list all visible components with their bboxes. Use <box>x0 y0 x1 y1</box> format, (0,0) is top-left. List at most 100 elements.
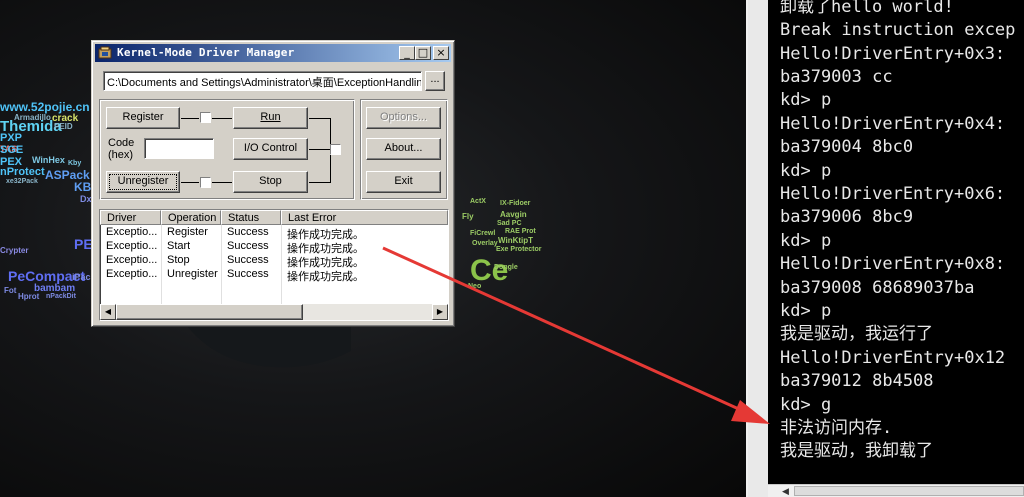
debugger-output[interactable]: 卸载了hello world! Break instruction excep … <box>768 0 1024 485</box>
maximize-button[interactable]: □ <box>415 46 431 60</box>
wallpaper-word: nPackDit <box>46 293 76 300</box>
wallpaper-word: nProtect <box>0 166 45 178</box>
unregister-checkbox[interactable] <box>200 177 211 188</box>
console-horizontal-scrollbar[interactable]: ◀ <box>768 484 1024 497</box>
run-label: Run <box>260 111 281 123</box>
wallpaper-word: Neo <box>468 283 482 290</box>
console-line: Hello!DriverEntry+0x6: <box>780 184 1006 204</box>
console-line: ba379008 68689037ba <box>780 278 975 298</box>
stop-label: Stop <box>259 175 282 187</box>
console-line: Hello!DriverEntry+0x3: <box>780 44 1006 64</box>
unregister-label: Unregister <box>117 175 169 187</box>
connector-line <box>181 118 199 119</box>
table-row[interactable]: Exceptio... Register Success 操作成功完成。 <box>100 225 448 241</box>
wallpaper-word: PE <box>74 236 93 252</box>
driver-path-text: C:\Documents and Settings\Administrator\… <box>107 77 422 89</box>
wallpaper-word: KB <box>74 180 92 194</box>
options-button[interactable]: Options... <box>366 107 441 129</box>
io-control-checkbox[interactable] <box>330 144 341 155</box>
wallpaper-word: WinKtipT <box>498 236 534 245</box>
wallpaper-word: xe32Pack <box>6 178 38 185</box>
stop-button[interactable]: Stop <box>233 171 308 193</box>
title-bar[interactable]: Kernel-Mode Driver Manager _ □ × <box>95 44 451 62</box>
wallpaper-word: Kby <box>68 160 82 167</box>
wallpaper-word: www.52pojie.cn <box>0 100 90 114</box>
exit-button[interactable]: Exit <box>366 171 441 193</box>
operation-cell: Unregister <box>167 268 218 280</box>
driver-cell: Exceptio... <box>106 240 158 252</box>
status-cell: Success <box>227 268 269 280</box>
about-label: About... <box>384 142 423 154</box>
console-line: 卸载了hello world! <box>780 0 954 17</box>
exit-label: Exit <box>394 175 413 187</box>
last-error-cell: 操作成功完成。 <box>287 271 364 283</box>
wallpaper-word: Dongle <box>494 264 518 271</box>
table-row[interactable]: Exceptio... Start Success 操作成功完成。 <box>100 239 448 255</box>
debugger-console-window: 卸载了hello world! Break instruction excep … <box>746 0 1024 497</box>
console-line: ba379012 8b4508 <box>780 371 934 391</box>
register-label: Register <box>122 111 164 123</box>
connector-line <box>309 149 330 150</box>
about-button[interactable]: About... <box>366 138 441 160</box>
window-title: Kernel-Mode Driver Manager <box>117 46 295 59</box>
wallpaper-word: Hprot <box>18 292 40 301</box>
wallpaper-word: Sad PC <box>497 220 522 227</box>
column-header-last-error[interactable]: Last Error <box>281 210 448 225</box>
register-checkbox[interactable] <box>200 112 211 123</box>
scroll-left-icon[interactable]: ◀ <box>782 485 792 497</box>
console-line: kd> g <box>780 395 832 415</box>
wallpaper-word: FiCrewl <box>470 230 496 237</box>
scroll-thumb[interactable] <box>116 304 303 320</box>
console-line: Break instruction excep <box>780 20 1016 40</box>
horizontal-scrollbar[interactable]: ◀ ▶ <box>100 304 448 320</box>
app-icon <box>98 46 112 59</box>
operation-cell: Register <box>167 226 208 238</box>
code-input[interactable] <box>144 138 214 159</box>
wallpaper-word: IX-Fidoer <box>500 200 531 207</box>
code-label-text: Code <box>108 137 135 149</box>
minimize-icon: _ <box>404 46 410 59</box>
column-header-operation[interactable]: Operation <box>161 210 221 225</box>
scroll-right-button[interactable]: ▶ <box>432 304 448 320</box>
register-button[interactable]: Register <box>106 107 180 129</box>
console-line: kd> p <box>780 301 832 321</box>
table-row[interactable]: Exceptio... Stop Success 操作成功完成。 <box>100 253 448 269</box>
wallpaper-word: WinHex <box>32 155 65 165</box>
minimize-button[interactable]: _ <box>399 46 415 60</box>
console-line: kd> p <box>780 90 832 110</box>
browse-button[interactable]: ... <box>425 71 445 91</box>
wallpaper-word: PXP <box>0 132 23 144</box>
wallpaper-word: Aavgin <box>500 210 527 219</box>
wallpaper-word: Overlay <box>472 240 498 247</box>
io-control-button[interactable]: I/O Control <box>233 138 308 160</box>
driver-manager-window: Kernel-Mode Driver Manager _ □ × C:\Docu… <box>91 40 455 327</box>
connector-line <box>181 182 199 183</box>
console-line: ba379006 8bc9 <box>780 207 914 227</box>
status-cell: Success <box>227 240 269 252</box>
wallpaper-word: RAE Prot <box>505 228 536 235</box>
unregister-button[interactable]: Unregister <box>106 171 180 193</box>
console-scroll-thumb[interactable] <box>794 486 1024 496</box>
connector-line <box>330 155 331 183</box>
driver-cell: Exceptio... <box>106 254 158 266</box>
console-line: 非法访问内存. <box>780 418 893 438</box>
wallpaper-word: Fot <box>4 286 17 295</box>
operation-cell: Stop <box>167 254 190 266</box>
column-header-driver[interactable]: Driver <box>100 210 161 225</box>
table-row[interactable]: Exceptio... Unregister Success 操作成功完成。 <box>100 267 448 283</box>
driver-path-field[interactable]: C:\Documents and Settings\Administrator\… <box>103 71 422 91</box>
console-line: 我是驱动，我卸载了 <box>780 441 933 461</box>
console-line: 我是驱动，我运行了 <box>780 324 933 344</box>
console-line: Hello!DriverEntry+0x4: <box>780 114 1006 134</box>
run-button[interactable]: Run <box>233 107 308 129</box>
wallpaper-word: ActX <box>470 198 486 205</box>
code-label: Code (hex) <box>108 137 134 161</box>
column-header-status[interactable]: Status <box>221 210 281 225</box>
wallpaper-word: Exe Protector <box>496 246 542 253</box>
close-icon: × <box>436 46 446 59</box>
operation-log-list[interactable]: Driver Operation Status Last Error Excep… <box>99 209 449 321</box>
close-button[interactable]: × <box>433 46 449 60</box>
io-control-label: I/O Control <box>243 142 298 154</box>
options-label: Options... <box>379 111 428 123</box>
scroll-left-button[interactable]: ◀ <box>100 304 116 320</box>
